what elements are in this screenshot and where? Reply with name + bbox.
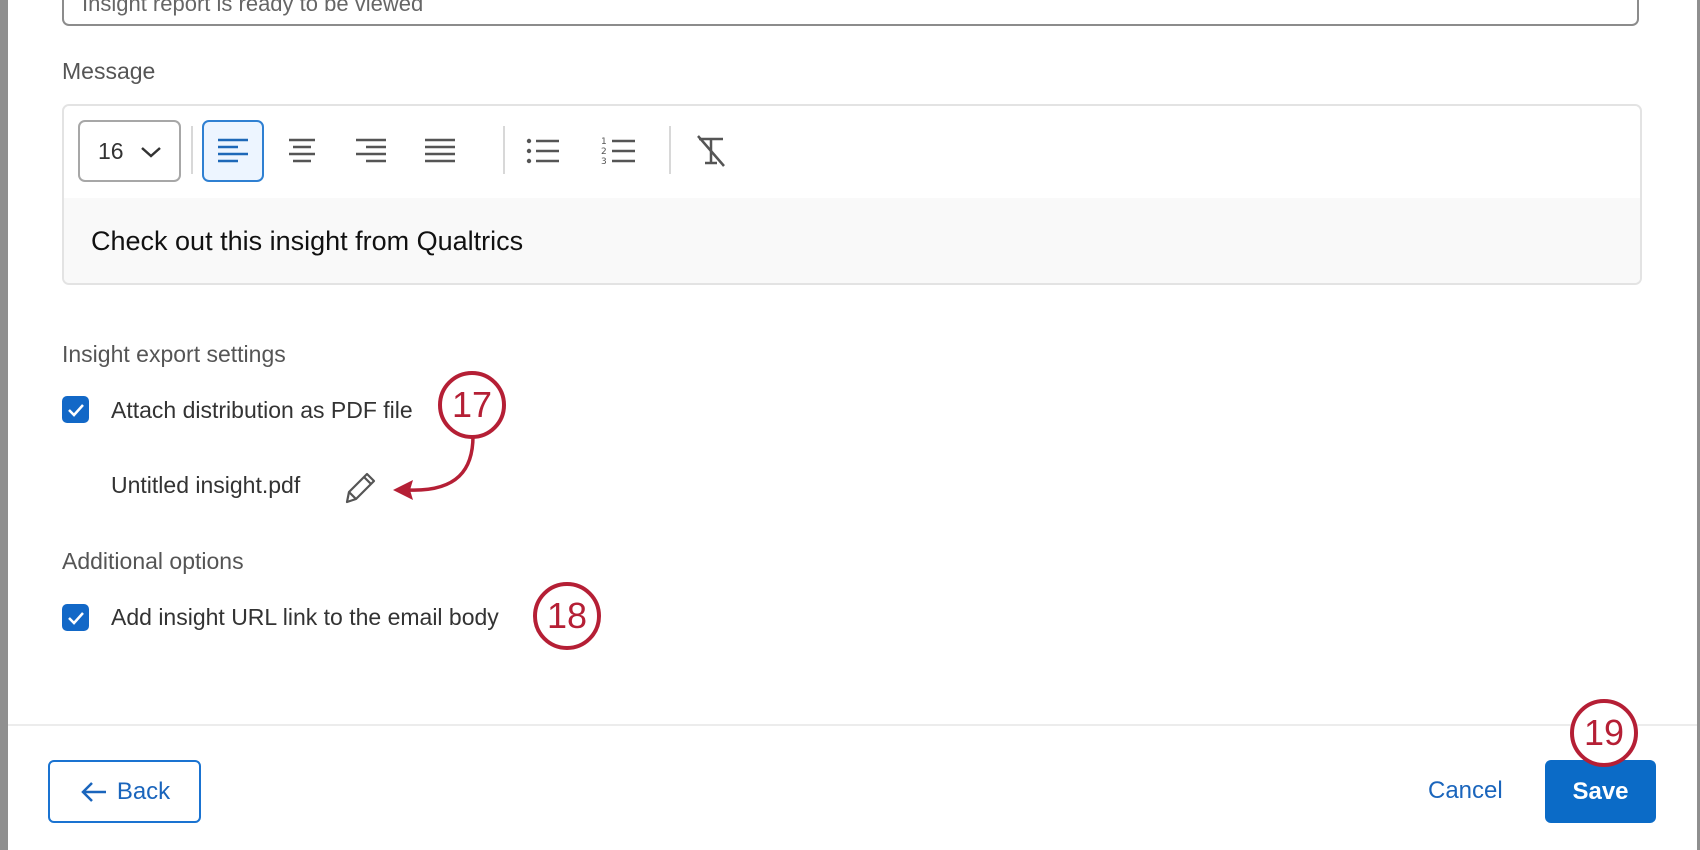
annotation-badge-17: 17: [438, 371, 506, 439]
attach-pdf-label: Attach distribution as PDF file: [111, 397, 413, 423]
pdf-file-name: Untitled insight.pdf: [111, 472, 301, 498]
insight-export-settings-heading: Insight export settings: [62, 341, 286, 367]
message-editor: 16 1 2 3 Check out this insight from Qua…: [62, 104, 1642, 285]
align-right-button[interactable]: [340, 120, 402, 182]
align-right-icon: [356, 138, 386, 163]
font-size-select[interactable]: 16: [78, 120, 181, 182]
add-url-label: Add insight URL link to the email body: [111, 604, 499, 630]
arrow-left-icon: [81, 781, 106, 802]
clear-format-icon: [697, 135, 725, 167]
subject-input[interactable]: Insight report is ready to be viewed: [62, 0, 1639, 26]
email-settings-panel: Insight report is ready to be viewed Mes…: [8, 0, 1697, 850]
additional-options-heading: Additional options: [62, 548, 244, 574]
bullet-list-icon: [526, 138, 559, 164]
message-body[interactable]: Check out this insight from Qualtrics: [64, 198, 1640, 283]
message-body-text: Check out this insight from Qualtrics: [91, 226, 524, 256]
toolbar-divider: [191, 126, 193, 174]
pencil-icon[interactable]: [338, 468, 378, 508]
align-center-button[interactable]: [271, 120, 333, 182]
add-url-checkbox[interactable]: [62, 604, 89, 631]
numbered-list-button[interactable]: 1 2 3: [588, 120, 650, 182]
svg-text:3: 3: [601, 157, 607, 167]
align-center-icon: [289, 138, 315, 163]
clear-format-button[interactable]: [680, 120, 742, 182]
subject-input-value: Insight report is ready to be viewed: [82, 0, 424, 16]
editor-toolbar: 16 1 2 3: [64, 106, 1640, 200]
align-left-button[interactable]: [202, 120, 264, 182]
back-button[interactable]: Back: [48, 760, 201, 823]
cancel-button[interactable]: Cancel: [1428, 777, 1503, 805]
bullet-list-button[interactable]: [512, 120, 574, 182]
back-button-label: Back: [116, 777, 171, 805]
annotation-arrow-icon: [393, 435, 475, 500]
message-label: Message: [62, 58, 156, 84]
checkmark-icon: [67, 403, 84, 417]
toolbar-divider: [669, 126, 671, 174]
attach-pdf-checkbox[interactable]: [62, 396, 89, 423]
numbered-list-icon: 1 2 3: [601, 137, 635, 167]
annotation-badge-18: 18: [533, 582, 601, 650]
footer-divider: [8, 724, 1697, 726]
annotation-badge-19: 19: [1570, 699, 1638, 767]
chevron-down-icon: [141, 147, 161, 158]
align-left-icon: [218, 138, 248, 163]
justify-button[interactable]: [409, 120, 471, 182]
checkmark-icon: [67, 611, 84, 625]
svg-text:1: 1: [601, 137, 607, 147]
font-size-value: 16: [98, 137, 124, 164]
toolbar-divider: [503, 126, 505, 174]
justify-icon: [425, 138, 455, 163]
svg-text:2: 2: [601, 147, 607, 157]
save-button-label: Save: [1572, 777, 1629, 805]
save-button[interactable]: Save: [1545, 760, 1656, 823]
